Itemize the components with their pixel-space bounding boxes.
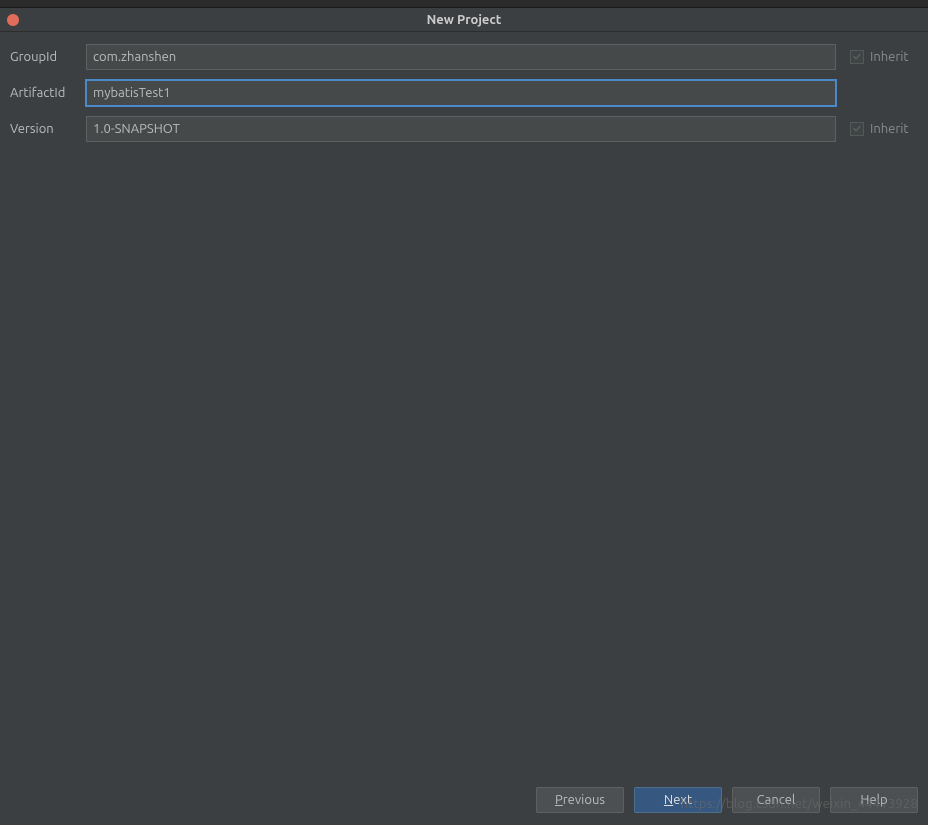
previous-button[interactable]: Previous [536,787,624,813]
form-area: GroupId Inherit ArtifactId Version Inher… [0,32,928,164]
version-inherit-label: Inherit [870,122,909,136]
groupid-label: GroupId [8,50,86,64]
top-strip [0,0,928,8]
next-button-label: ext [673,793,692,807]
help-button-label: Help [860,793,887,807]
groupid-inherit-checkbox[interactable] [850,50,864,64]
groupid-inherit-label: Inherit [870,50,909,64]
groupid-row: GroupId Inherit [8,44,920,70]
previous-button-label: revious [563,793,605,807]
groupid-inherit-group: Inherit [850,50,920,64]
artifactid-row: ArtifactId [8,80,920,106]
version-row: Version Inherit [8,116,920,142]
button-bar: Previous Next Cancel Help [536,787,918,813]
window-title: New Project [427,13,502,27]
version-inherit-group: Inherit [850,122,920,136]
close-icon[interactable] [7,14,19,26]
version-inherit-checkbox[interactable] [850,122,864,136]
title-bar: New Project [0,8,928,32]
help-button[interactable]: Help [830,787,918,813]
groupid-input[interactable] [86,44,836,70]
cancel-button[interactable]: Cancel [732,787,820,813]
cancel-button-label: Cancel [757,793,796,807]
artifactid-label: ArtifactId [8,86,86,100]
version-label: Version [8,122,86,136]
version-input[interactable] [86,116,836,142]
artifactid-input[interactable] [86,80,836,106]
next-button[interactable]: Next [634,787,722,813]
